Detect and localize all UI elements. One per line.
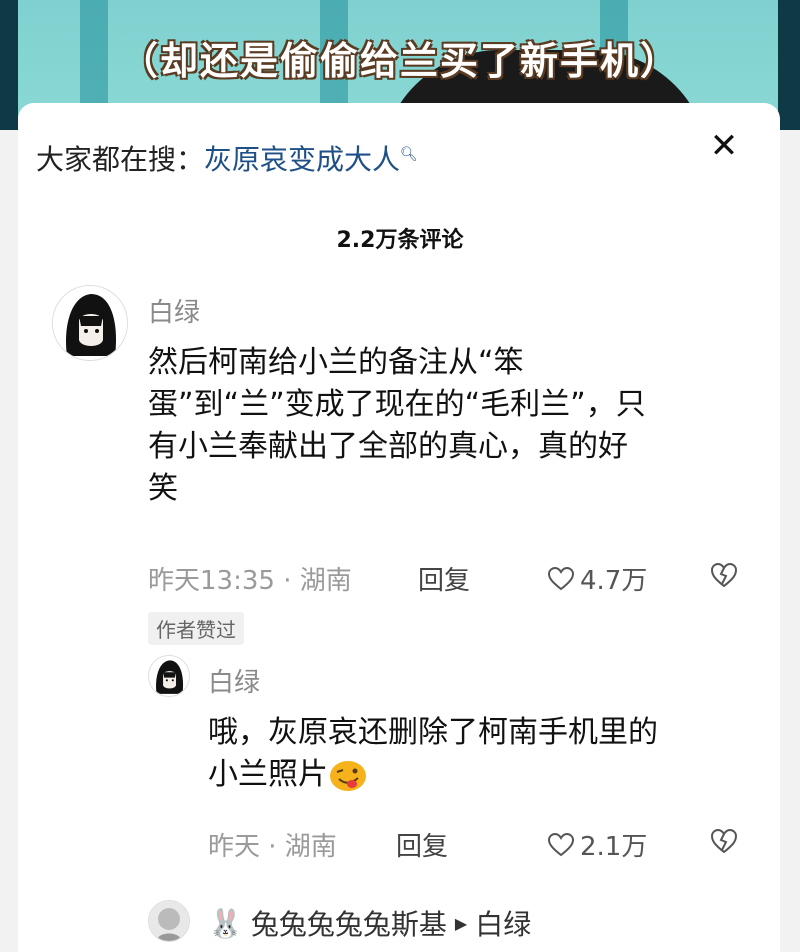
search-term-link[interactable]: 灰原哀变成大人 (204, 143, 400, 176)
comment-text-line: 然后柯南给小兰的备注从“笨 (148, 345, 524, 380)
reply-text-line-with-emoji: 小兰照片 (208, 754, 658, 796)
close-icon[interactable]: ✕ (704, 126, 744, 166)
comment-text-line: 笑 (148, 471, 178, 506)
reply-to-username[interactable]: 白绿 (475, 903, 531, 943)
comment-meta: 昨天13:35 · 湖南 (148, 566, 352, 596)
search-suggestion[interactable]: 大家都在搜：灰原哀变成大人🔍︎ (36, 138, 418, 178)
author-liked-badge: 作者赞过 (148, 612, 244, 645)
search-prefix: 大家都在搜： (36, 143, 205, 176)
like-count: 4.7万 (580, 566, 648, 596)
comment-text: 然后柯南给小兰的备注从“笨 蛋”到“兰”变成了现在的“毛利兰”，只 有小兰奉献出… (148, 342, 646, 510)
reply-text: 哦，灰原哀还删除了柯南手机里的 小兰照片 (208, 712, 658, 796)
like-count: 2.1万 (580, 832, 648, 862)
rabbit-emoji-icon: 🐰 (208, 906, 243, 940)
next-reply-username[interactable]: 兔兔兔兔兔斯基 (251, 903, 447, 943)
comment-count: 2.2万条评论 (336, 228, 464, 253)
dislike-icon[interactable] (710, 562, 738, 588)
heart-icon (548, 566, 574, 590)
dislike-icon[interactable] (710, 828, 738, 854)
reply-button[interactable]: 回复 (418, 560, 470, 597)
avatar[interactable] (148, 900, 190, 942)
video-subtitle: （却还是偷偷给兰买了新手机） (119, 38, 680, 83)
comment-text-line: 蛋”到“兰”变成了现在的“毛利兰”，只 (148, 387, 646, 422)
reply-username[interactable]: 白绿 (208, 662, 260, 699)
comment-text-line: 有小兰奉献出了全部的真心，真的好 (148, 429, 628, 464)
heart-icon (548, 832, 574, 856)
reply-arrow-icon: ▶ (454, 913, 468, 933)
search-icon: 🔍︎ (400, 146, 418, 163)
like-button[interactable]: 4.7万 (548, 560, 647, 597)
reply-meta: 昨天 · 湖南 (208, 832, 337, 862)
reply-text-line: 哦，灰原哀还删除了柯南手机里的 (208, 715, 658, 750)
reply-text-line: 小兰照片 (208, 757, 328, 792)
avatar[interactable] (52, 285, 128, 361)
like-button[interactable]: 2.1万 (548, 826, 647, 863)
avatar[interactable] (148, 655, 190, 697)
reply-button[interactable]: 回复 (396, 826, 448, 863)
next-reply-header: 🐰 兔兔兔兔兔斯基 ▶ 白绿 (208, 903, 531, 943)
wink-tongue-emoji (330, 760, 366, 791)
comment-username[interactable]: 白绿 (148, 292, 200, 329)
